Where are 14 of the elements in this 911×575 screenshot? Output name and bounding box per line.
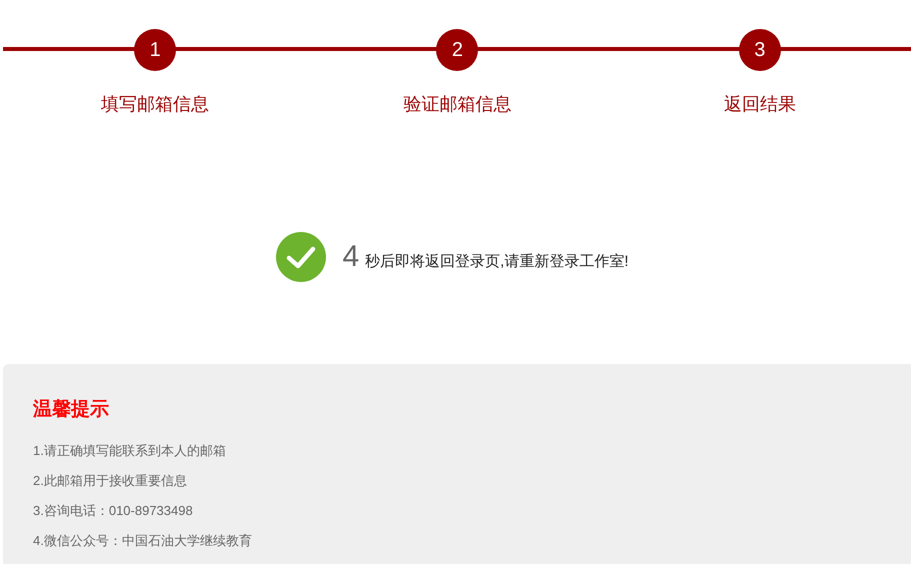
step-number: 1 xyxy=(134,29,176,71)
countdown-number: 4 xyxy=(342,240,360,274)
tip-text: 3.咨询电话：010-89733498 xyxy=(33,502,194,520)
step-number: 2 xyxy=(436,29,478,71)
step-label: 返回结果 xyxy=(724,93,796,116)
check-icon xyxy=(276,232,326,282)
step-number: 3 xyxy=(738,29,781,71)
tip-text: 4.微信公众号：中国石油大学继续教育 xyxy=(33,532,253,550)
step-label: 验证邮箱信息 xyxy=(403,93,512,116)
redirect-message: 秒后即将返回登录页,请重新登录工作室! xyxy=(365,252,629,271)
step-label: 填写邮箱信息 xyxy=(101,93,210,116)
tips-title: 温馨提示 xyxy=(33,398,110,422)
tip-text: 1.请正确填写能联系到本人的邮箱 xyxy=(33,442,227,460)
tip-text: 2.此邮箱用于接收重要信息 xyxy=(33,472,188,490)
